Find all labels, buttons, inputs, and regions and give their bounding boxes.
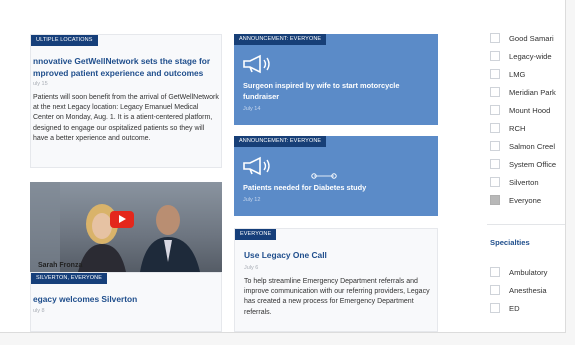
announcement-date: July 12 <box>243 197 261 203</box>
checkbox[interactable] <box>490 303 500 313</box>
checkbox[interactable] <box>490 267 500 277</box>
filter-label: Everyone <box>509 195 542 205</box>
filter-ambulatory[interactable]: Ambulatory <box>490 266 547 278</box>
news-card-legacy-one-call[interactable]: EVERYONE Use Legacy One Call July 6 To h… <box>234 228 438 332</box>
card-title[interactable]: nnovative GetWellNetwork sets the stage … <box>33 55 219 79</box>
checkbox[interactable] <box>490 285 500 295</box>
checkbox[interactable] <box>490 105 500 115</box>
play-button[interactable] <box>110 211 134 228</box>
filter-label: Meridian Park <box>509 87 556 97</box>
checkbox[interactable] <box>490 69 500 79</box>
announcement-card-motorcycle[interactable]: ANNOUNCEMENT: EVERYONE Surgeon inspired … <box>234 34 438 125</box>
filter-label: System Office <box>509 159 557 169</box>
card-tag: SILVERTON, EVERYONE <box>31 273 107 284</box>
filter-label: RCH <box>509 123 526 133</box>
card-body: Patients will soon benefit from the arri… <box>33 94 219 142</box>
card-date: July 6 <box>244 265 259 271</box>
announcement-date: July 14 <box>243 106 261 112</box>
card-title[interactable]: egacy welcomes Silverton <box>33 293 219 305</box>
video-thumbnail[interactable] <box>30 182 222 272</box>
filter-mount-hood[interactable]: Mount Hood <box>490 104 550 116</box>
card-tag: EVERYONE <box>235 229 277 240</box>
announcement-title[interactable]: Patients needed for Diabetes study <box>243 182 433 193</box>
filter-label: Ambulatory <box>509 267 548 277</box>
news-card-silverton[interactable]: SILVERTON, EVERYONE egacy welcomes Silve… <box>30 272 222 332</box>
news-card-getwellnetwork[interactable]: ULTIPLE LOCATIONS nnovative GetWellNetwo… <box>30 34 222 168</box>
card-date: uly 15 <box>33 81 48 87</box>
filter-legacy-wide[interactable]: Legacy-wide <box>490 50 552 62</box>
filter-system-office[interactable]: System Office <box>490 158 556 170</box>
filter-rch[interactable]: RCH <box>490 122 525 134</box>
filter-label: Mount Hood <box>509 105 551 115</box>
news-feed: ULTIPLE LOCATIONS nnovative GetWellNetwo… <box>0 0 566 333</box>
filter-good-samaritan[interactable]: Good Samari <box>490 32 554 44</box>
filter-label: Silverton <box>509 177 539 187</box>
filter-label: ED <box>509 303 520 313</box>
checkbox[interactable] <box>490 87 500 97</box>
card-tag: ULTIPLE LOCATIONS <box>31 35 98 46</box>
checkbox-checked[interactable] <box>490 195 500 205</box>
checkbox[interactable] <box>490 33 500 43</box>
checkbox[interactable] <box>490 141 500 151</box>
card-tag: ANNOUNCEMENT: EVERYONE <box>234 34 327 45</box>
video-caption: Sarah Fronza <box>38 262 83 269</box>
sidebar-divider <box>487 224 565 225</box>
loading-indicator-icon <box>311 173 337 179</box>
filter-anesthesia[interactable]: Anesthesia <box>490 284 547 296</box>
card-date: uly 8 <box>33 308 45 314</box>
filter-salmon-creek[interactable]: Salmon Creel <box>490 140 555 152</box>
announcement-card-diabetes[interactable]: ANNOUNCEMENT: EVERYONE Patients needed f… <box>234 136 438 216</box>
filter-label: Good Samari <box>509 33 554 43</box>
megaphone-icon <box>243 54 270 74</box>
card-tag: ANNOUNCEMENT: EVERYONE <box>234 136 327 147</box>
checkbox[interactable] <box>490 159 500 169</box>
megaphone-icon <box>243 156 270 176</box>
filter-meridian-park[interactable]: Meridian Park <box>490 86 556 98</box>
checkbox[interactable] <box>490 177 500 187</box>
filter-label: Anesthesia <box>509 285 547 295</box>
card-title[interactable]: Use Legacy One Call <box>244 249 434 261</box>
filter-silverton[interactable]: Silverton <box>490 176 539 188</box>
filter-label: Salmon Creel <box>509 141 556 151</box>
filter-lmg[interactable]: LMG <box>490 68 525 80</box>
announcement-title[interactable]: Surgeon inspired by wife to start motorc… <box>243 80 433 102</box>
card-body: To help streamline Emergency Department … <box>244 278 430 316</box>
specialties-heading: Specialties <box>490 238 530 247</box>
filter-label: LMG <box>509 69 526 79</box>
filter-label: Legacy-wide <box>509 51 552 61</box>
checkbox[interactable] <box>490 123 500 133</box>
filter-everyone[interactable]: Everyone <box>490 194 541 206</box>
checkbox[interactable] <box>490 51 500 61</box>
filter-ed[interactable]: ED <box>490 302 520 314</box>
